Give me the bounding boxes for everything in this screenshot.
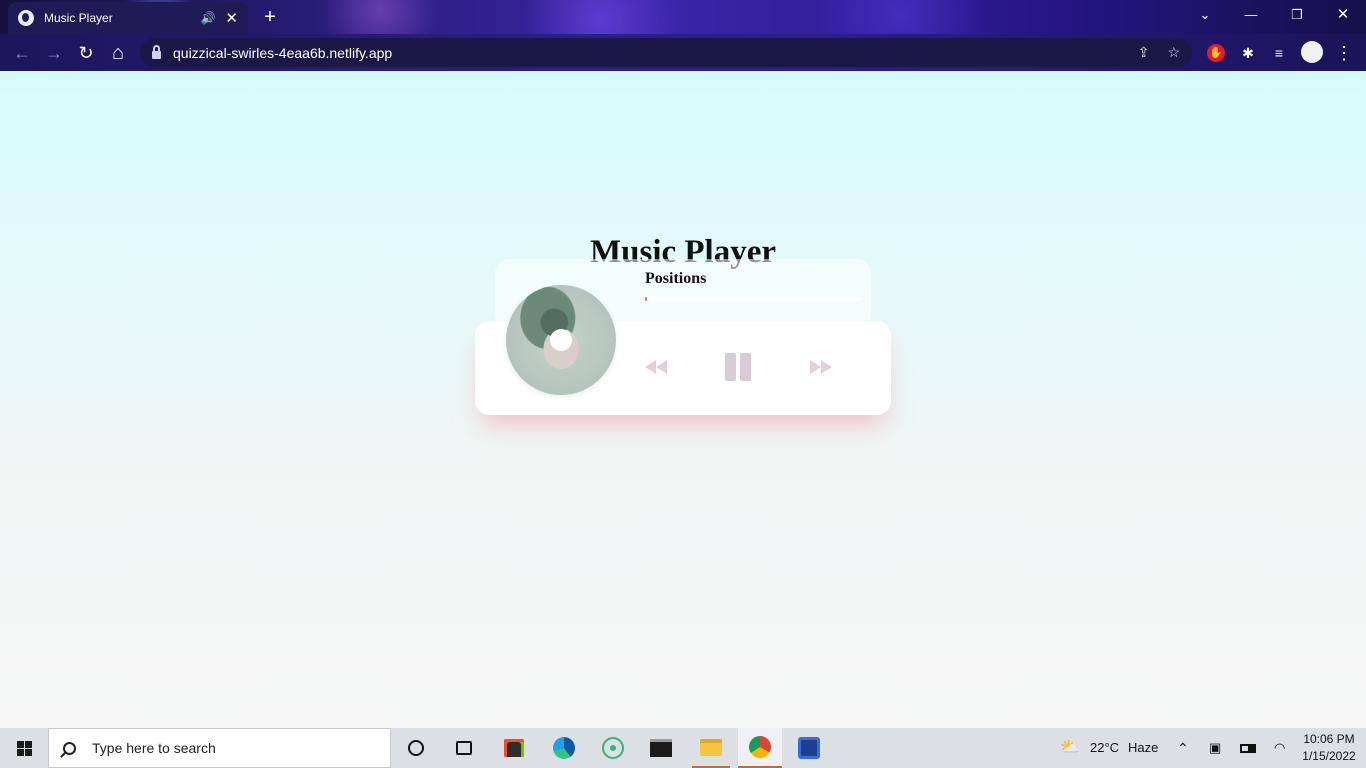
back-button[interactable]: ←: [9, 40, 35, 66]
task-view-icon[interactable]: [451, 736, 477, 760]
browser-tab-strip: Music Player 🔊 ✕ + ⌄ — ❐ ✕: [0, 0, 1366, 34]
fast-forward-button[interactable]: [808, 356, 834, 378]
media-control-icon[interactable]: ≡: [1268, 42, 1290, 64]
windows-logo-icon-part: [25, 741, 32, 748]
taskbar-clock[interactable]: 10:06 PM 1/15/2022: [1296, 731, 1362, 765]
pause-button[interactable]: [723, 352, 753, 382]
lock-icon[interactable]: [152, 44, 161, 59]
battery-icon[interactable]: [1240, 728, 1256, 768]
profile-avatar[interactable]: [1301, 41, 1323, 63]
disc-center-hole: [550, 329, 572, 351]
tab-search-chevron-icon[interactable]: ⌄: [1182, 0, 1228, 32]
search-icon: [63, 741, 76, 755]
file-explorer-icon[interactable]: [692, 728, 730, 768]
browser-menu-icon[interactable]: ⋮: [1333, 42, 1355, 64]
wps-office-icon[interactable]: [796, 736, 822, 760]
adblock-extension-icon[interactable]: ✋: [1207, 44, 1225, 62]
close-window-button[interactable]: ✕: [1320, 0, 1366, 32]
show-hidden-icons-chevron-icon[interactable]: ⌃: [1177, 728, 1189, 768]
url-text[interactable]: quizzical-swirles-4eaa6b.netlify.app: [173, 45, 1120, 61]
rewind-button[interactable]: [643, 356, 669, 378]
browser-toolbar: ← → ↻ ⌂ quizzical-swirles-4eaa6b.netlify…: [0, 34, 1366, 71]
pause-icon: [725, 353, 736, 381]
progress-bar[interactable]: [645, 297, 861, 301]
restore-button[interactable]: ❐: [1274, 0, 1320, 32]
weather-temperature[interactable]: 22°C: [1090, 728, 1119, 768]
fast-forward-icon: [810, 360, 821, 374]
wifi-icon[interactable]: ◠: [1274, 728, 1285, 768]
clock-time: 10:06 PM: [1303, 732, 1355, 746]
progress-fill: [645, 297, 648, 301]
rewind-icon-part: [656, 360, 667, 374]
globe-icon: [18, 10, 34, 26]
windows-logo-icon: [17, 741, 24, 748]
command-prompt-icon[interactable]: [648, 736, 674, 760]
cortana-icon[interactable]: [403, 736, 429, 760]
rewind-icon: [645, 360, 656, 374]
minimize-button[interactable]: —: [1228, 0, 1274, 32]
fast-forward-icon-part: [821, 360, 832, 374]
windows-start-button[interactable]: [0, 728, 48, 768]
weather-description[interactable]: Haze: [1128, 728, 1158, 768]
windows-taskbar: Type here to search ⛅ 22°C Haze ⌃ ▣ ◠ 10…: [0, 728, 1366, 768]
album-art-disc: [506, 285, 616, 395]
clock-date: 1/15/2022: [1302, 749, 1356, 763]
edge-browser-icon[interactable]: [551, 736, 577, 760]
reload-button[interactable]: ↻: [73, 40, 99, 66]
forward-button[interactable]: →: [41, 40, 67, 66]
address-bar[interactable]: quizzical-swirles-4eaa6b.netlify.app ⇪ ☆: [140, 38, 1192, 67]
chrome-browser-icon[interactable]: [738, 728, 782, 768]
share-icon[interactable]: ⇪: [1138, 44, 1150, 61]
meet-now-icon[interactable]: ▣: [1209, 728, 1221, 768]
windows-logo-icon-part: [25, 749, 32, 756]
pause-icon-part: [740, 353, 751, 381]
weather-icon[interactable]: ⛅: [1060, 728, 1080, 768]
taskbar-search-box[interactable]: Type here to search: [48, 728, 391, 768]
atom-editor-icon[interactable]: [600, 736, 626, 760]
bookmark-star-icon[interactable]: ☆: [1167, 44, 1180, 61]
tab-close-button[interactable]: ✕: [225, 11, 238, 26]
windows-logo-icon-part: [17, 749, 24, 756]
extensions-puzzle-icon[interactable]: ✱: [1237, 42, 1259, 64]
tab-title: Music Player: [44, 11, 113, 25]
song-title: Positions: [645, 270, 707, 287]
browser-tab-music-player[interactable]: Music Player 🔊 ✕: [8, 2, 248, 34]
search-placeholder: Type here to search: [92, 740, 216, 756]
new-tab-button[interactable]: +: [259, 6, 281, 28]
speaker-icon[interactable]: 🔊: [200, 11, 215, 25]
microsoft-store-icon[interactable]: [501, 736, 527, 760]
home-button[interactable]: ⌂: [105, 40, 131, 66]
